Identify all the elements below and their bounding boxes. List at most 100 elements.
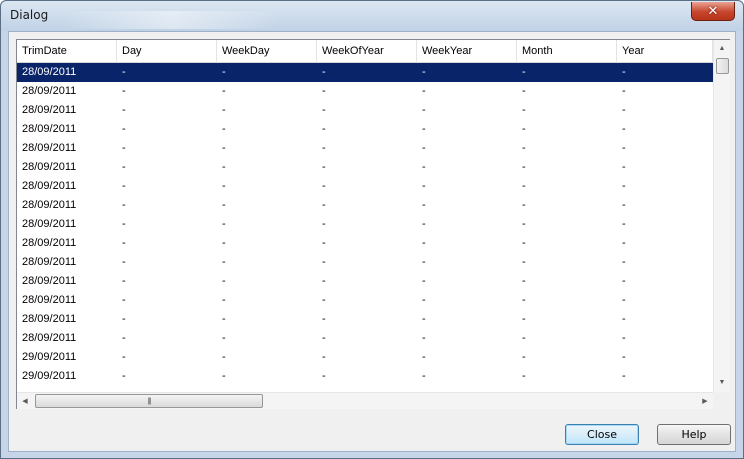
table-cell: - [222, 237, 226, 249]
table-cell: - [122, 218, 126, 230]
table-row[interactable]: 28/09/2011 - - - - - - [17, 63, 713, 82]
window-close-button[interactable]: ✕ [691, 2, 735, 21]
column-header[interactable]: WeekDay [217, 40, 317, 63]
table-cell: - [422, 218, 426, 230]
table-cell: - [522, 294, 526, 306]
table-row[interactable]: 28/09/2011 - - - - - - [17, 139, 713, 158]
table-cell: 28/09/2011 [22, 313, 77, 325]
table-cell: 28/09/2011 [22, 85, 77, 97]
table-row[interactable]: 28/09/2011 - - - - - - [17, 272, 713, 291]
table-cell: - [122, 85, 126, 97]
table-cell: - [222, 142, 226, 154]
table-cell: - [422, 275, 426, 287]
table-row[interactable]: 29/09/2011 - - - - - - [17, 367, 713, 386]
table-cell: - [322, 161, 326, 173]
table-cell: - [122, 104, 126, 116]
table-cell: - [522, 237, 526, 249]
table-cell: - [422, 294, 426, 306]
table-cell: - [322, 218, 326, 230]
table-cell: - [122, 313, 126, 325]
table-cell: - [122, 256, 126, 268]
table-row[interactable]: 28/09/2011 - - - - - - [17, 234, 713, 253]
horizontal-scrollbar[interactable]: ◀ ||| ▶ [17, 392, 713, 409]
table-row[interactable]: 29/09/2011 - - - - - - [17, 348, 713, 367]
table-cell: - [622, 66, 626, 78]
column-header[interactable]: Year [617, 40, 713, 63]
table-row[interactable]: 28/09/2011 - - - - - - [17, 215, 713, 234]
vertical-scroll-thumb[interactable] [716, 58, 729, 74]
table-cell: 28/09/2011 [22, 275, 77, 287]
table-row[interactable]: 28/09/2011 - - - - - - [17, 291, 713, 310]
table-cell: - [322, 66, 326, 78]
table-cell: - [222, 332, 226, 344]
table-cell: - [422, 332, 426, 344]
table-cell: - [322, 104, 326, 116]
scroll-up-button[interactable]: ▲ [714, 40, 730, 57]
table-cell: - [122, 123, 126, 135]
table-row[interactable]: 28/09/2011 - - - - - - [17, 82, 713, 101]
table-cell: - [222, 180, 226, 192]
close-button[interactable]: Close [565, 424, 639, 445]
table-row[interactable]: 28/09/2011 - - - - - - [17, 177, 713, 196]
table-cell: 28/09/2011 [22, 256, 77, 268]
column-header[interactable]: WeekYear [417, 40, 517, 63]
table-cell: - [222, 256, 226, 268]
table-cell: - [522, 66, 526, 78]
table-cell: 28/09/2011 [22, 332, 77, 344]
table-cell: - [122, 142, 126, 154]
table-cell: - [622, 180, 626, 192]
column-header[interactable]: Month [517, 40, 617, 63]
table-cell: - [622, 370, 626, 382]
table-cell: - [422, 104, 426, 116]
table-cell: - [422, 85, 426, 97]
title-bar[interactable]: Dialog ✕ [1, 1, 743, 31]
table-cell: - [622, 161, 626, 173]
scroll-down-button[interactable]: ▼ [714, 374, 730, 391]
table-cell: 28/09/2011 [22, 218, 77, 230]
column-header[interactable]: TrimDate [17, 40, 117, 63]
table-row[interactable]: 28/09/2011 - - - - - - [17, 253, 713, 272]
table-row[interactable]: 28/09/2011 - - - - - - [17, 329, 713, 348]
table-cell: - [622, 104, 626, 116]
horizontal-scroll-thumb[interactable]: ||| [35, 394, 263, 408]
grid-body: TrimDate Day WeekDay WeekOfYear WeekYear Mont… [17, 40, 713, 392]
table-row[interactable]: 28/09/2011 - - - - - - [17, 310, 713, 329]
table-cell: - [522, 332, 526, 344]
table-cell: - [122, 351, 126, 363]
table-cell: - [122, 370, 126, 382]
table-cell: - [322, 275, 326, 287]
table-cell: - [622, 123, 626, 135]
table-cell: 28/09/2011 [22, 161, 77, 173]
table-cell: 29/09/2011 [22, 351, 77, 363]
table-cell: - [522, 218, 526, 230]
column-header[interactable]: Day [117, 40, 217, 63]
help-button[interactable]: Help [657, 424, 731, 445]
chevron-down-icon: ▼ [718, 379, 726, 386]
table-cell: - [222, 313, 226, 325]
table-cell: - [122, 275, 126, 287]
column-header[interactable]: WeekOfYear [317, 40, 417, 63]
vertical-scrollbar[interactable]: ▲ ▼ [713, 40, 730, 392]
table-cell: - [522, 104, 526, 116]
table-cell: - [222, 294, 226, 306]
table-cell: - [622, 351, 626, 363]
table-cell: - [322, 351, 326, 363]
grid-header: TrimDate Day WeekDay WeekOfYear WeekYear Mont… [17, 40, 713, 63]
table-row[interactable]: 28/09/2011 - - - - - - [17, 196, 713, 215]
table-cell: - [422, 256, 426, 268]
data-grid[interactable]: TrimDate Day WeekDay WeekOfYear WeekYear Mont… [16, 39, 730, 409]
table-cell: - [422, 351, 426, 363]
scroll-right-button[interactable]: ▶ [697, 393, 713, 409]
table-cell: - [622, 332, 626, 344]
table-cell: - [622, 85, 626, 97]
table-cell: - [522, 180, 526, 192]
table-row[interactable]: 28/09/2011 - - - - - - [17, 158, 713, 177]
table-cell: - [322, 313, 326, 325]
scroll-left-button[interactable]: ◀ [17, 393, 33, 409]
table-cell: - [422, 142, 426, 154]
table-cell: - [622, 218, 626, 230]
table-cell: - [222, 85, 226, 97]
table-row[interactable]: 28/09/2011 - - - - - - [17, 120, 713, 139]
table-row[interactable]: 28/09/2011 - - - - - - [17, 101, 713, 120]
scroll-grip-icon: ||| [147, 397, 152, 405]
